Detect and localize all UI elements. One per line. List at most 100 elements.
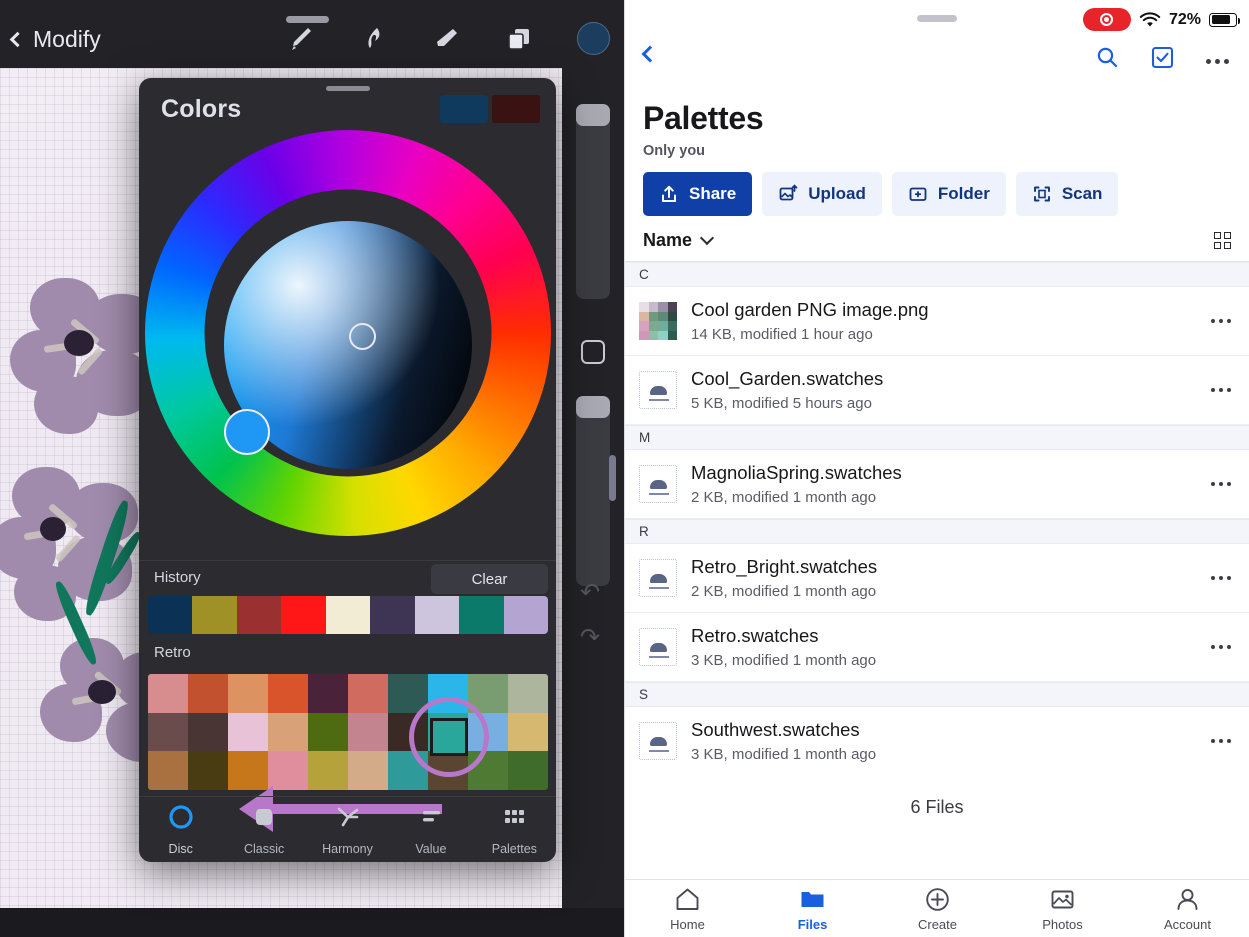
palette-swatch[interactable]	[468, 712, 508, 752]
palette-swatch[interactable]	[148, 712, 188, 752]
palette-swatch[interactable]	[388, 712, 428, 752]
tab-create[interactable]: Create	[875, 880, 1000, 937]
modify-square-button[interactable]	[581, 340, 605, 364]
brush-opacity-slider[interactable]	[576, 396, 610, 586]
tab-account[interactable]: Account	[1125, 880, 1249, 937]
file-thumbnail	[639, 559, 677, 597]
redo-icon[interactable]: ↷	[580, 623, 600, 652]
palette-swatch[interactable]	[508, 712, 548, 752]
palette-swatch[interactable]	[508, 674, 548, 713]
brush-size-slider[interactable]	[576, 104, 610, 299]
history-swatch[interactable]	[192, 596, 237, 634]
file-more-options-icon[interactable]	[1210, 575, 1231, 581]
palette-swatch[interactable]	[188, 751, 228, 790]
colors-tab-palettes[interactable]: Palettes	[473, 804, 556, 856]
tab-home[interactable]: Home	[625, 880, 750, 937]
palette-swatch[interactable]	[468, 751, 508, 790]
history-swatch[interactable]	[281, 596, 326, 634]
palette-swatch[interactable]	[268, 751, 308, 790]
palette-swatch[interactable]	[308, 751, 348, 790]
tab-files[interactable]: Files	[750, 880, 875, 937]
smudge-icon[interactable]	[358, 24, 388, 54]
palette-swatch[interactable]	[188, 712, 228, 752]
history-swatch[interactable]	[370, 596, 415, 634]
file-row[interactable]: Southwest.swatches 3 KB, modified 1 month…	[625, 707, 1249, 775]
file-more-options-icon[interactable]	[1210, 738, 1231, 744]
undo-icon[interactable]: ↶	[580, 578, 600, 607]
eraser-icon[interactable]	[431, 24, 461, 54]
modify-back-button[interactable]: Modify	[9, 26, 101, 53]
palette-swatch[interactable]	[228, 674, 268, 713]
history-swatch[interactable]	[148, 596, 193, 634]
file-name: Cool_Garden.swatches	[691, 368, 884, 389]
palette-swatch[interactable]	[188, 674, 228, 713]
hue-picker-handle[interactable]	[224, 409, 270, 455]
retro-palette-grid[interactable]	[148, 674, 548, 790]
scan-button[interactable]: Scan	[1015, 172, 1119, 216]
file-meta: 3 KB, modified 1 month ago	[691, 652, 877, 669]
palette-swatch[interactable]	[388, 751, 428, 790]
grid-view-icon[interactable]	[1214, 232, 1231, 249]
file-more-options-icon[interactable]	[1210, 318, 1231, 324]
file-row[interactable]: MagnoliaSpring.swatches 2 KB, modified 1 …	[625, 450, 1249, 519]
value-picker-handle[interactable]	[349, 323, 376, 350]
file-more-options-icon[interactable]	[1210, 387, 1231, 393]
select-checkbox-icon[interactable]	[1151, 46, 1174, 69]
colors-tab-classic[interactable]: Classic	[222, 804, 305, 856]
search-icon[interactable]	[1095, 45, 1119, 69]
palette-swatch[interactable]	[508, 751, 548, 790]
colors-tab-disc[interactable]: Disc	[139, 804, 222, 856]
file-more-options-icon[interactable]	[1210, 481, 1231, 487]
clear-history-button[interactable]: Clear	[431, 564, 548, 594]
panel-grabber[interactable]	[325, 86, 370, 91]
tab-label: Files	[797, 916, 828, 932]
sort-by-button[interactable]: Name	[643, 230, 715, 251]
palette-swatch[interactable]	[308, 674, 348, 713]
palette-swatch[interactable]	[428, 674, 468, 713]
palette-swatch[interactable]	[348, 712, 388, 752]
file-row[interactable]: Retro.swatches 3 KB, modified 1 month ago	[625, 613, 1249, 682]
upload-button[interactable]: Upload	[762, 172, 882, 216]
palette-swatch[interactable]	[308, 712, 348, 752]
history-swatch[interactable]	[414, 596, 460, 634]
file-more-options-icon[interactable]	[1210, 644, 1231, 650]
colors-tab-value[interactable]: Value	[389, 804, 472, 856]
files-back-button[interactable]	[641, 45, 659, 63]
history-swatch[interactable]	[325, 596, 371, 634]
secondary-color-swatch[interactable]	[492, 95, 540, 123]
brush-size-knob[interactable]	[576, 104, 610, 126]
history-swatch[interactable]	[459, 596, 504, 634]
history-swatch[interactable]	[236, 596, 282, 634]
palette-swatch[interactable]	[468, 674, 508, 713]
file-row[interactable]: Retro_Bright.swatches 2 KB, modified 1 mo…	[625, 544, 1249, 613]
share-button[interactable]: Share	[643, 172, 753, 216]
more-options-icon[interactable]	[1205, 58, 1229, 65]
colors-tab-harmony[interactable]: Harmony	[306, 804, 389, 856]
panel-drag-handle[interactable]	[609, 455, 616, 501]
history-swatch[interactable]	[503, 596, 548, 634]
active-color-swatch[interactable]	[577, 22, 610, 55]
palette-swatch[interactable]	[348, 751, 388, 790]
selected-palette-swatch[interactable]	[430, 718, 468, 756]
multitask-grabber[interactable]	[917, 15, 957, 22]
palette-swatch[interactable]	[428, 751, 468, 790]
palette-swatch[interactable]	[148, 674, 188, 713]
palette-swatch[interactable]	[388, 674, 428, 713]
tab-photos[interactable]: Photos	[1000, 880, 1125, 937]
palette-swatch[interactable]	[268, 712, 308, 752]
palette-swatch[interactable]	[228, 751, 268, 790]
history-swatch-row[interactable]	[148, 596, 548, 634]
primary-color-swatch[interactable]	[440, 95, 488, 123]
file-row[interactable]: Cool garden PNG image.png 14 KB, modified…	[625, 287, 1249, 356]
brush-icon[interactable]	[285, 24, 315, 54]
palette-swatch[interactable]	[148, 751, 188, 790]
color-disc[interactable]	[139, 130, 556, 560]
palette-swatch[interactable]	[268, 674, 308, 713]
home-icon	[674, 886, 701, 913]
palette-swatch[interactable]	[228, 712, 268, 752]
folder-button[interactable]: Folder	[891, 172, 1006, 216]
palette-swatch[interactable]	[348, 674, 388, 713]
file-row[interactable]: Cool_Garden.swatches 5 KB, modified 5 hou…	[625, 356, 1249, 425]
brush-opacity-knob[interactable]	[576, 396, 610, 418]
layers-icon[interactable]	[504, 24, 534, 54]
